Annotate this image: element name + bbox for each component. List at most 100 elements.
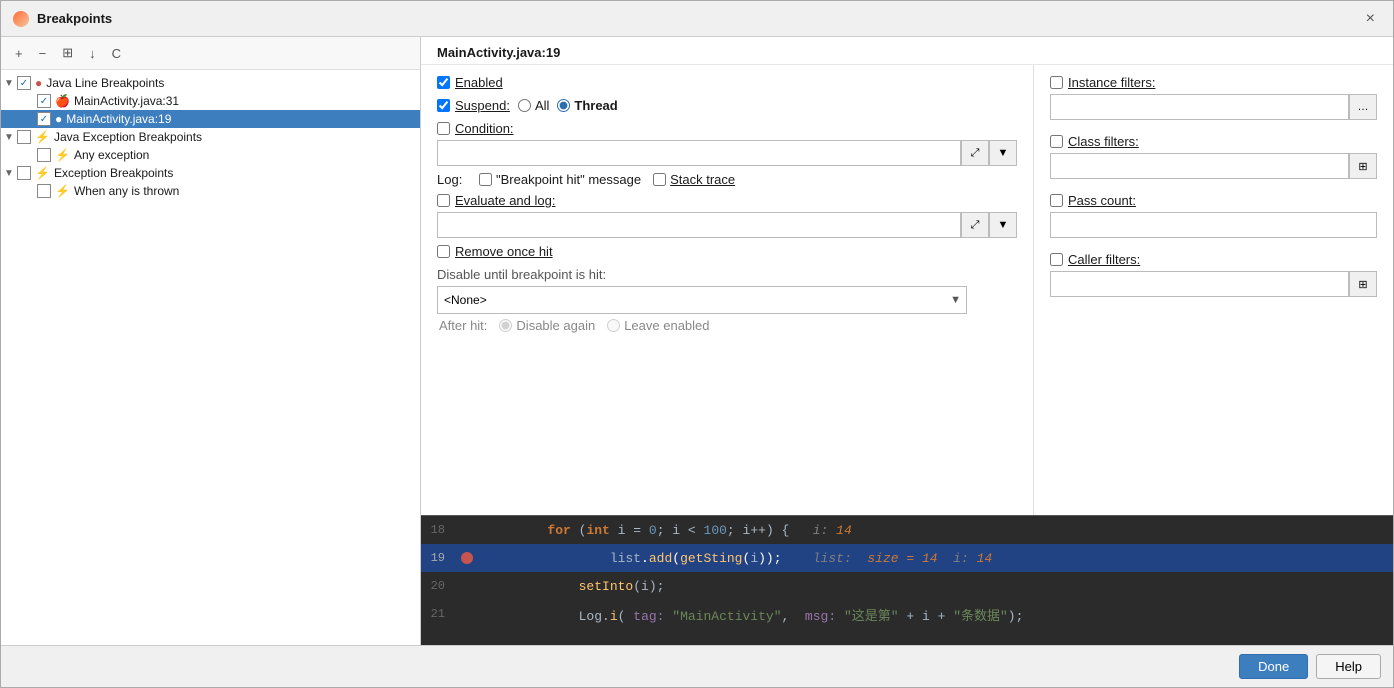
tree-item-when-any[interactable]: ⚡ When any is thrown [1,182,420,200]
pass-count-input[interactable] [1050,212,1377,238]
apple-icon: 🍎 [55,94,70,108]
breakpoints-tree: ▼ ✓ ● Java Line Breakpoints ✓ 🍎 MainActi… [1,70,420,204]
condition-input[interactable] [437,140,961,166]
caller-filter-label: Caller filters: [1050,252,1377,267]
condition-row: Condition: ⤢ ▼ [437,121,1017,166]
class-filter-input[interactable] [1050,153,1349,179]
close-button[interactable]: × [1360,8,1381,30]
checkbox-any-exception[interactable] [37,148,51,162]
tree-item-exception-bp[interactable]: ▼ ⚡ Exception Breakpoints [1,164,420,182]
evaluate-row: Evaluate and log: ⤢ ▼ [437,193,1017,238]
leave-enabled-text: Leave enabled [624,318,709,333]
instance-filter-input[interactable] [1050,94,1349,120]
thread-radio[interactable] [557,99,570,112]
suspend-checkbox[interactable] [437,99,450,112]
expand-evaluate-btn[interactable]: ⤢ [961,212,989,238]
condition-checkbox[interactable] [437,122,450,135]
pass-count-checkbox[interactable] [1050,194,1063,207]
checkbox-java-line[interactable]: ✓ [17,76,31,90]
tree-label-any-exception: Any exception [74,148,149,162]
instance-filters-section: Instance filters: … [1050,75,1377,120]
disable-row: Disable until breakpoint is hit: <None> … [437,267,1017,314]
tree-label-exception-bp: Exception Breakpoints [54,166,173,180]
expand-condition-btn[interactable]: ⤢ [961,140,989,166]
log-row: Log: "Breakpoint hit" message Stack trac… [437,172,1017,187]
code-line-20: 20 setInto(i); [421,572,1393,600]
disable-again-radio[interactable] [499,319,512,332]
checkbox-exception-bp[interactable] [17,166,31,180]
evaluate-checkbox[interactable] [437,194,450,207]
tree-item-java-line[interactable]: ▼ ✓ ● Java Line Breakpoints [1,74,420,92]
enabled-label[interactable]: Enabled [437,75,503,90]
class-filter-input-wrap: ⊞ [1050,153,1377,179]
line-num-18: 18 [421,523,457,537]
all-radio[interactable] [518,99,531,112]
breakpoints-window: Breakpoints × + − ⊞ ↓ C ▼ ✓ ● Java L [0,0,1394,688]
class-filters-section: Class filters: ⊞ [1050,134,1377,179]
breakpoint-hit-checkbox[interactable] [479,173,492,186]
class-filter-browse-btn[interactable]: ⊞ [1349,153,1377,179]
stack-trace-text: Stack trace [670,172,735,187]
evaluate-input[interactable] [437,212,961,238]
caller-filters-section: Caller filters: ⊞ [1050,252,1377,297]
remove-once-checkbox[interactable] [437,245,450,258]
add-button[interactable]: + [9,42,29,65]
all-radio-label[interactable]: All [518,98,549,113]
code-content-19: list.add(getSting(i)); list: size = 14 i… [477,551,1393,566]
group-button[interactable]: ⊞ [56,41,79,65]
tree-label-mainactivity-31: MainActivity.java:31 [74,94,179,108]
caller-filter-checkbox[interactable] [1050,253,1063,266]
dropdown-condition-btn[interactable]: ▼ [989,140,1017,166]
remove-once-row: Remove once hit [437,244,1017,259]
tree-item-any-exception[interactable]: ⚡ Any exception [1,146,420,164]
caller-filter-browse-btn[interactable]: ⊞ [1349,271,1377,297]
red-dot-icon: ● [35,76,42,90]
condition-input-actions: ⤢ ▼ [961,140,1017,166]
thread-radio-label[interactable]: Thread [557,98,617,113]
main-settings: Enabled Suspend: All [421,65,1033,515]
evaluate-label[interactable]: Evaluate and log: [437,193,1017,208]
suspend-text: Suspend: [455,98,510,113]
checkbox-when-any[interactable] [37,184,51,198]
export-button[interactable]: ↓ [83,42,102,65]
dropdown-evaluate-btn[interactable]: ▼ [989,212,1017,238]
tree-label-when-any: When any is thrown [74,184,179,198]
log-label: Log: [437,172,467,187]
line-num-19: 19 [421,551,457,565]
title-bar: Breakpoints × [1,1,1393,37]
checkbox-mainactivity-19[interactable]: ✓ [37,112,51,126]
code-line-18: 18 for (int i = 0; i < 100; i++) { i: 14 [421,516,1393,544]
checkbox-java-exception[interactable] [17,130,31,144]
condition-label[interactable]: Condition: [437,121,1017,136]
stack-trace-checkbox[interactable] [653,173,666,186]
remove-button[interactable]: − [33,42,53,65]
disable-label: Disable until breakpoint is hit: [437,267,1017,282]
disable-again-label[interactable]: Disable again [499,318,595,333]
instance-filter-browse-btn[interactable]: … [1349,94,1377,120]
stack-trace-label[interactable]: Stack trace [653,172,735,187]
bp-marker-19 [457,552,477,564]
class-filter-checkbox[interactable] [1050,135,1063,148]
tree-item-java-exception[interactable]: ▼ ⚡ Java Exception Breakpoints [1,128,420,146]
disable-select[interactable]: <None> [437,286,967,314]
checkbox-mainactivity-31[interactable]: ✓ [37,94,51,108]
leave-enabled-radio[interactable] [607,319,620,332]
suspend-label[interactable]: Suspend: [437,98,510,113]
done-button[interactable]: Done [1239,654,1308,679]
leave-enabled-label[interactable]: Leave enabled [607,318,709,333]
after-hit-label: After hit: [439,318,487,333]
tree-item-mainactivity-19[interactable]: ✓ ● MainActivity.java:19 [1,110,420,128]
help-button[interactable]: Help [1316,654,1381,679]
thread-text: Thread [574,98,617,113]
pass-count-input-wrap [1050,212,1377,238]
left-panel: + − ⊞ ↓ C ▼ ✓ ● Java Line Breakpoints [1,37,421,645]
enabled-checkbox[interactable] [437,76,450,89]
enabled-row: Enabled [437,75,1017,90]
instance-filter-checkbox[interactable] [1050,76,1063,89]
tree-item-mainactivity-31[interactable]: ✓ 🍎 MainActivity.java:31 [1,92,420,110]
filter-button[interactable]: C [106,42,127,65]
breakpoint-hit-label[interactable]: "Breakpoint hit" message [479,172,641,187]
remove-once-label[interactable]: Remove once hit [437,244,553,259]
evaluate-input-wrap: ⤢ ▼ [437,212,1017,238]
caller-filter-input[interactable] [1050,271,1349,297]
